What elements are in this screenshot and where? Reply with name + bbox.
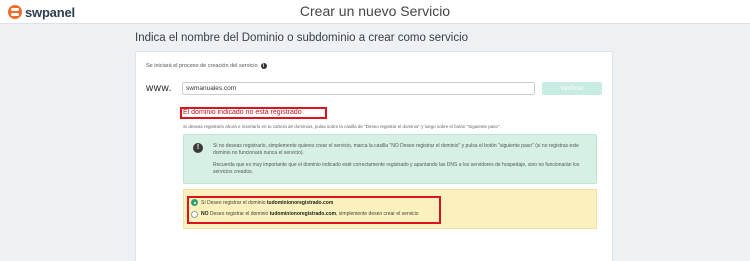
option-register-no-label[interactable]: NO Deseo registrar el dominio tudominion… [201, 211, 419, 217]
option-no-suffix: , simplemente deseo crear el servicio [336, 211, 419, 217]
info-icon[interactable]: i [260, 63, 267, 69]
option-register-yes-label[interactable]: Sí Deseo registrar el dominio tudominion… [201, 200, 333, 206]
register-hint: Si deseas registrarlo ahora e insertarlo… [183, 124, 501, 129]
verify-button[interactable]: Verificar [542, 82, 602, 95]
option-yes-prefix: Sí [201, 200, 206, 206]
info-alert [183, 134, 597, 184]
option-yes-domain: tudominionoregistrado.com [266, 200, 334, 206]
option-no-text: Deseo registrar el dominio [209, 211, 269, 217]
option-no-prefix: NO [201, 211, 209, 217]
alert-paragraph-2: Recuerda que es muy importante que el do… [213, 162, 580, 175]
domain-input[interactable] [182, 82, 535, 95]
option-yes-text: Deseo registrar el dominio [207, 200, 266, 206]
www-prefix: www. [146, 83, 172, 94]
intro-label: Se iniciará el proceso de creación del s… [146, 63, 258, 69]
page-title: Crear un nuevo Servicio [299, 3, 451, 19]
alert-paragraph-1: Si no deseas registrarlo, simplemente qu… [213, 143, 579, 156]
section-title: Indica el nombre del Dominio o subdomini… [135, 32, 469, 44]
radio-register-no[interactable] [191, 211, 198, 218]
error-message: El dominio indicado no está registrado [183, 109, 302, 116]
radio-register-yes[interactable] [191, 199, 198, 206]
intro-text: Se iniciará el proceso de creación del s… [146, 63, 267, 69]
exclamation-icon: ! [193, 143, 203, 153]
option-no-domain: tudominionoregistrado.com [269, 211, 337, 217]
